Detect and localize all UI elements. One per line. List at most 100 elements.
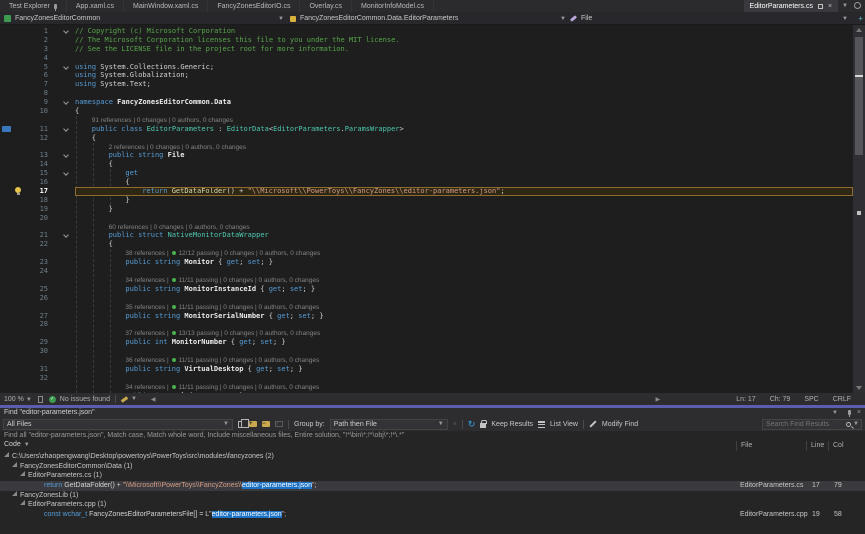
code-line[interactable]: 20 xyxy=(0,214,853,223)
codelens-row[interactable]: 91 references | 0 changes | 0 authors, 0… xyxy=(0,116,853,125)
list-view-button[interactable]: List View xyxy=(550,421,578,428)
scroll-up-icon[interactable] xyxy=(856,28,862,32)
codelens-text[interactable]: 36 references | 11/11 passing | 0 change… xyxy=(75,356,853,365)
codelens-text[interactable]: 34 references | 11/11 passing | 0 change… xyxy=(75,383,853,392)
column-header-file[interactable]: File xyxy=(736,441,752,451)
tab-list-chevron-icon[interactable]: ▼ xyxy=(838,0,852,12)
preserve-case-icon[interactable]: ≡ xyxy=(275,421,283,427)
code-line[interactable]: 24 xyxy=(0,267,853,276)
code-text[interactable]: { xyxy=(75,107,853,116)
column-header-line[interactable]: Line xyxy=(806,441,824,451)
editor-vertical-scrollbar[interactable] xyxy=(853,25,865,393)
codelens-row[interactable]: 37 references | 13/13 passing | 0 change… xyxy=(0,329,853,338)
code-line[interactable]: 1// Copyright (c) Microsoft Corporation xyxy=(0,27,853,36)
pin-tab-icon[interactable] xyxy=(818,4,823,9)
code-line[interactable]: 12{ xyxy=(0,134,853,143)
code-line[interactable]: 19} xyxy=(0,205,853,214)
code-text[interactable]: public string Monitor { get; set; } xyxy=(75,258,853,267)
keep-results-button[interactable]: Keep Results xyxy=(491,421,533,428)
lock-icon[interactable] xyxy=(480,423,486,428)
indent-mode-indicator[interactable]: SPC xyxy=(804,396,818,403)
codelens-text[interactable]: 91 references | 0 changes | 0 authors, 0… xyxy=(75,116,853,125)
code-line[interactable]: 9namespace FancyZonesEditorCommon.Data xyxy=(0,98,853,107)
code-text[interactable] xyxy=(75,320,853,329)
code-text[interactable]: // See the LICENSE file in the project r… xyxy=(75,45,853,54)
gear-icon[interactable] xyxy=(854,2,861,9)
fold-arrow-icon[interactable] xyxy=(60,125,75,134)
code-text[interactable]: public struct NativeMonitorDataWrapper xyxy=(75,231,853,240)
close-tab-icon[interactable]: × xyxy=(828,3,832,10)
code-cleanup-icon[interactable] xyxy=(121,396,128,402)
code-text[interactable]: using System.Collections.Generic; xyxy=(75,63,853,72)
code-text[interactable]: } xyxy=(75,196,853,205)
codelens-row[interactable]: 34 references | 11/11 passing | 0 change… xyxy=(0,383,853,392)
codelens-row[interactable]: 38 references | 12/12 passing | 0 change… xyxy=(0,249,853,258)
code-line[interactable]: 28 xyxy=(0,320,853,329)
result-group-row[interactable]: FancyZonesEditorCommon\Data (1) xyxy=(0,462,865,472)
tab-editorparameters[interactable]: EditorParameters.cs × xyxy=(744,0,839,12)
code-text[interactable]: { xyxy=(75,178,853,187)
search-icon[interactable] xyxy=(846,422,851,427)
code-line[interactable]: 6using System.Globalization; xyxy=(0,71,853,80)
code-text[interactable]: using System.Globalization; xyxy=(75,71,853,80)
code-line[interactable]: 32 xyxy=(0,374,853,383)
tree-expand-icon[interactable] xyxy=(4,452,9,457)
fold-arrow-icon[interactable] xyxy=(60,27,75,36)
split-editor-icon[interactable]: + xyxy=(858,15,863,22)
fold-arrow-icon[interactable] xyxy=(60,63,75,72)
code-text[interactable]: using System.Text; xyxy=(75,80,853,89)
fold-arrow-icon[interactable] xyxy=(60,169,75,178)
code-line[interactable]: 16{ xyxy=(0,178,853,187)
code-line[interactable]: 30 xyxy=(0,347,853,356)
code-text[interactable] xyxy=(75,89,853,98)
code-text[interactable]: { xyxy=(75,240,853,249)
code-text[interactable] xyxy=(75,54,853,63)
code-text[interactable]: return GetDataFolder() + "\\Microsoft\\P… xyxy=(75,187,853,196)
codelens-row[interactable]: 2 references | 0 changes | 0 authors, 0 … xyxy=(0,143,853,152)
code-line[interactable]: 26 xyxy=(0,294,853,303)
scope-dropdown[interactable]: All Files ▼ xyxy=(3,419,233,430)
search-results-box[interactable]: ▼ xyxy=(762,419,862,430)
copy-results-icon[interactable] xyxy=(238,421,244,428)
bulb-icon[interactable] xyxy=(0,187,26,196)
code-line[interactable]: 27public string MonitorSerialNumber { ge… xyxy=(0,312,853,321)
code-line[interactable]: 5using System.Collections.Generic; xyxy=(0,63,853,72)
code-line[interactable]: 29public int MonitorNumber { get; set; } xyxy=(0,338,853,347)
code-line[interactable]: 25public string MonitorInstanceId { get;… xyxy=(0,285,853,294)
tab-overlay-cs[interactable]: Overlay.cs xyxy=(300,0,352,12)
list-view-icon[interactable] xyxy=(538,421,545,428)
member-dropdown[interactable]: File ▼ xyxy=(570,12,848,25)
codelens-text[interactable]: 37 references | 13/13 passing | 0 change… xyxy=(75,329,853,338)
line-ending-indicator[interactable]: CRLF xyxy=(833,396,851,403)
codelens-row[interactable]: 36 references | 11/11 passing | 0 change… xyxy=(0,356,853,365)
pencil-icon[interactable] xyxy=(589,420,596,427)
document-health-icon[interactable] xyxy=(38,396,43,403)
code-line[interactable]: 17return GetDataFolder() + "\\Microsoft\… xyxy=(0,187,853,196)
chevron-down-icon[interactable]: ▼ xyxy=(853,421,859,427)
code-line[interactable]: 10{ xyxy=(0,107,853,116)
fold-arrow-icon[interactable] xyxy=(60,98,75,107)
code-line[interactable]: 22{ xyxy=(0,240,853,249)
result-group-row[interactable]: C:\Users\zhaopengwang\Desktop\powertoys\… xyxy=(0,452,865,462)
code-text[interactable]: public string MonitorInstanceId { get; s… xyxy=(75,285,853,294)
code-line[interactable]: 15get xyxy=(0,169,853,178)
code-line[interactable]: 18} xyxy=(0,196,853,205)
result-group-row[interactable]: EditorParameters.cs (1) xyxy=(0,471,865,481)
tree-expand-icon[interactable] xyxy=(12,462,17,467)
codelens-text[interactable]: 34 references | 11/11 passing | 0 change… xyxy=(75,276,853,285)
result-group-row[interactable]: FancyZonesLib (1) xyxy=(0,491,865,501)
codelens-text[interactable]: 35 references | 11/11 passing | 0 change… xyxy=(75,303,853,312)
find-panel-title-bar[interactable]: Find "editor-parameters.json" ▼ × xyxy=(0,408,865,417)
collapse-all-icon[interactable]: − xyxy=(262,421,270,427)
code-text[interactable]: public int MonitorNumber { get; set; } xyxy=(75,338,853,347)
tab-app-xaml-cs[interactable]: App.xaml.cs xyxy=(67,0,124,12)
code-line[interactable]: 11public class EditorParameters : Editor… xyxy=(0,125,853,134)
code-text[interactable] xyxy=(75,374,853,383)
code-line[interactable]: 23public string Monitor { get; set; } xyxy=(0,258,853,267)
window-position-icon[interactable]: ▼ xyxy=(832,410,838,416)
codelens-row[interactable]: 60 references | 0 changes | 0 authors, 0… xyxy=(0,223,853,232)
code-text[interactable]: public string VirtualDesktop { get; set;… xyxy=(75,365,853,374)
code-line[interactable]: 31public string VirtualDesktop { get; se… xyxy=(0,365,853,374)
fold-arrow-icon[interactable] xyxy=(60,151,75,160)
chevron-down-icon[interactable]: ▼ xyxy=(131,396,137,402)
